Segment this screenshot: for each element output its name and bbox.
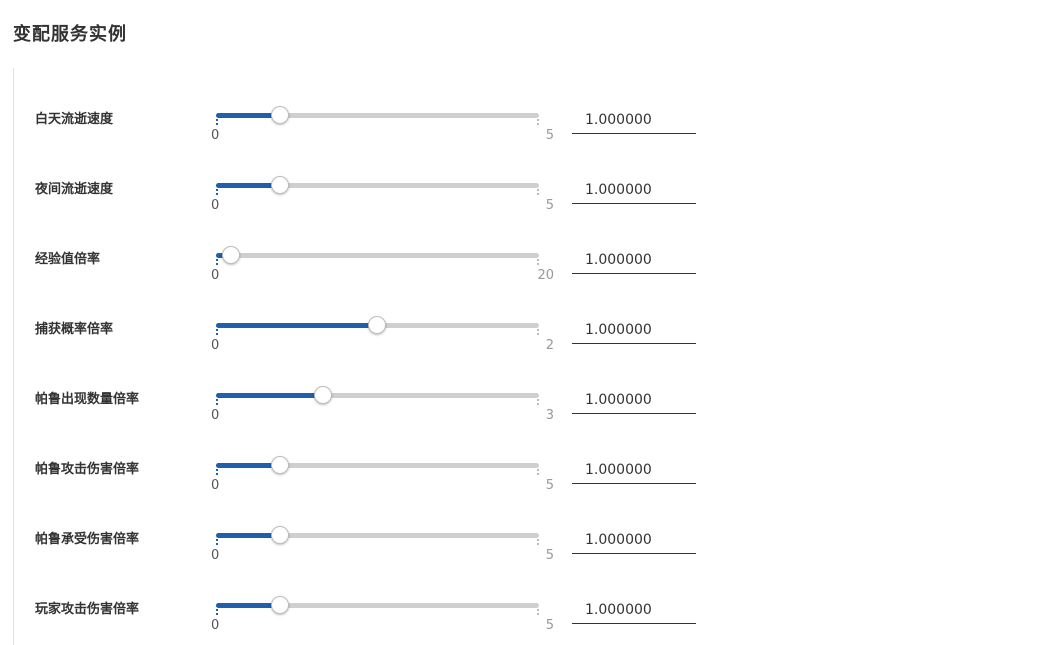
pal-spawn-rate-slider[interactable]: 0 3 (211, 353, 554, 423)
slider-max-tick (537, 399, 539, 407)
slider-max-tick (537, 609, 539, 617)
settings-panel: 白天流逝速度 0 5 夜间流逝速度 0 5 经验值倍率 0 (13, 68, 1034, 645)
slider-min-tick (216, 399, 218, 407)
pal-damage-taken-rate-slider[interactable]: 0 5 (211, 493, 554, 563)
slider-thumb[interactable] (270, 176, 289, 194)
setting-row-exp-rate: 经验值倍率 0 20 (14, 213, 714, 283)
slider-track[interactable] (216, 463, 539, 468)
pal-spawn-rate-input[interactable] (572, 386, 696, 414)
pal-damage-taken-rate-input[interactable] (572, 526, 696, 554)
setting-row-pal-damage-taken-rate: 帕鲁承受伤害倍率 0 5 (14, 493, 714, 563)
capture-rate-slider[interactable]: 0 2 (211, 283, 554, 353)
exp-rate-slider[interactable]: 0 20 (211, 213, 554, 283)
setting-row-pal-attack-rate: 帕鲁攻击伤害倍率 0 5 (14, 423, 714, 493)
slider-max-label: 2 (545, 338, 554, 353)
setting-label: 白天流逝速度 (35, 112, 114, 127)
slider-max-label: 5 (545, 548, 554, 563)
setting-row-capture-rate: 捕获概率倍率 0 2 (14, 283, 714, 353)
slider-thumb[interactable] (270, 456, 289, 474)
slider-thumb[interactable] (270, 596, 289, 614)
slider-min-tick (216, 119, 218, 127)
setting-label: 玩家攻击伤害倍率 (35, 602, 140, 617)
slider-fill (216, 323, 378, 328)
slider-max-tick (537, 259, 539, 267)
slider-max-label: 5 (545, 478, 554, 493)
night-speed-input[interactable] (572, 176, 696, 204)
slider-min-tick (216, 539, 218, 547)
slider-thumb[interactable] (222, 246, 241, 264)
slider-track[interactable] (216, 113, 539, 118)
slider-max-tick (537, 469, 539, 477)
slider-min-label: 0 (211, 338, 220, 353)
setting-label: 帕鲁出现数量倍率 (35, 392, 140, 407)
slider-max-label: 5 (545, 198, 554, 213)
slider-max-tick (537, 119, 539, 127)
slider-max-label: 3 (545, 408, 554, 423)
slider-max-tick (537, 189, 539, 197)
slider-track[interactable] (216, 253, 539, 258)
capture-rate-input[interactable] (572, 316, 696, 344)
slider-max-tick (537, 329, 539, 337)
slider-min-tick (216, 329, 218, 337)
slider-min-label: 0 (211, 128, 220, 143)
slider-min-label: 0 (211, 268, 220, 283)
slider-min-label: 0 (211, 478, 220, 493)
daytime-speed-slider[interactable]: 0 5 (211, 73, 554, 143)
slider-thumb[interactable] (270, 106, 289, 124)
setting-label: 帕鲁攻击伤害倍率 (35, 462, 140, 477)
exp-rate-input[interactable] (572, 246, 696, 274)
slider-track[interactable] (216, 393, 539, 398)
slider-max-tick (537, 539, 539, 547)
slider-fill (216, 393, 324, 398)
player-attack-rate-slider[interactable]: 0 5 (211, 563, 554, 633)
setting-label: 经验值倍率 (35, 252, 101, 267)
setting-row-daytime-speed: 白天流逝速度 0 5 (14, 73, 714, 143)
setting-label: 帕鲁承受伤害倍率 (35, 532, 140, 547)
setting-row-pal-spawn-rate: 帕鲁出现数量倍率 0 3 (14, 353, 714, 423)
slider-min-tick (216, 189, 218, 197)
setting-label: 夜间流逝速度 (35, 182, 114, 197)
night-speed-slider[interactable]: 0 5 (211, 143, 554, 213)
slider-thumb[interactable] (270, 526, 289, 544)
slider-min-label: 0 (211, 408, 220, 423)
setting-label: 捕获概率倍率 (35, 322, 114, 337)
page-title: 变配服务实例 (13, 24, 127, 45)
daytime-speed-input[interactable] (572, 106, 696, 134)
slider-track[interactable] (216, 603, 539, 608)
pal-attack-rate-input[interactable] (572, 456, 696, 484)
slider-min-label: 0 (211, 198, 220, 213)
slider-thumb[interactable] (313, 386, 332, 404)
slider-min-tick (216, 609, 218, 617)
setting-row-player-attack-rate: 玩家攻击伤害倍率 0 5 (14, 563, 714, 633)
slider-max-label: 5 (545, 128, 554, 143)
slider-max-label: 20 (537, 268, 554, 283)
slider-max-label: 5 (545, 618, 554, 633)
pal-attack-rate-slider[interactable]: 0 5 (211, 423, 554, 493)
slider-min-tick (216, 259, 218, 267)
player-attack-rate-input[interactable] (572, 596, 696, 624)
setting-row-night-speed: 夜间流逝速度 0 5 (14, 143, 714, 213)
slider-min-label: 0 (211, 548, 220, 563)
slider-thumb[interactable] (367, 316, 386, 334)
slider-track[interactable] (216, 533, 539, 538)
slider-min-tick (216, 469, 218, 477)
slider-track[interactable] (216, 183, 539, 188)
slider-min-label: 0 (211, 618, 220, 633)
